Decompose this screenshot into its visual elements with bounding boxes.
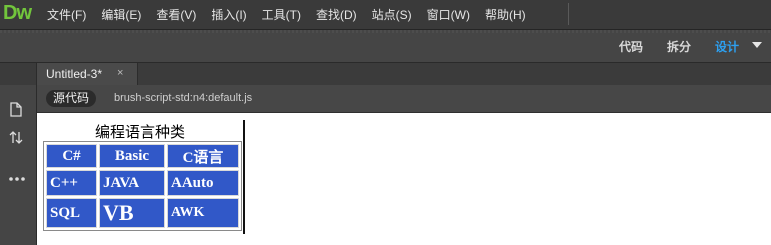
table-caption: 编程语言种类 — [95, 123, 186, 141]
tab-untitled-3[interactable]: Untitled-3* × — [37, 63, 138, 85]
more-options-icon[interactable] — [8, 170, 26, 185]
table-cell[interactable]: VB — [99, 198, 165, 228]
table-header-row: C# Basic C语言 — [46, 144, 239, 168]
table-cell[interactable]: SQL — [46, 198, 97, 228]
table-cell[interactable]: JAVA — [99, 170, 165, 196]
table-row: C++ JAVA AAuto — [46, 170, 239, 196]
split-view-button[interactable]: 拆分 — [667, 38, 691, 55]
close-icon[interactable]: × — [117, 67, 123, 79]
header-cell[interactable]: C语言 — [167, 144, 239, 168]
strip-header — [0, 63, 36, 85]
menu-insert[interactable]: 插入(I) — [211, 6, 246, 23]
menu-window[interactable]: 窗口(W) — [427, 6, 470, 23]
table-row: SQL VB AWK — [46, 198, 239, 228]
menu-view[interactable]: 查看(V) — [156, 6, 196, 23]
design-view-canvas[interactable]: 编程语言种类 C# Basic C语言 C++ JAVA AAuto SQL V… — [37, 113, 771, 245]
dreamweaver-logo: Dw — [3, 2, 32, 24]
menu-edit[interactable]: 编辑(E) — [101, 6, 141, 23]
left-tool-strip — [0, 63, 37, 245]
table-cell[interactable]: AAuto — [167, 170, 239, 196]
table-cell[interactable]: AWK — [167, 198, 239, 228]
document-tab-bar: Untitled-3* × — [37, 63, 771, 85]
source-code-button[interactable]: 源代码 — [46, 90, 97, 107]
related-file-link[interactable]: brush-script-std:n4:default.js — [114, 92, 252, 104]
header-cell[interactable]: C# — [46, 144, 97, 168]
related-files-bar: 源代码 brush-script-std:n4:default.js — [37, 85, 771, 113]
toolbar-grip — [0, 30, 771, 33]
menu-site[interactable]: 站点(S) — [372, 6, 412, 23]
menu-bar: Dw 文件(F) 编辑(E) 查看(V) 插入(I) 工具(T) 查找(D) 站… — [0, 0, 771, 30]
menu-file[interactable]: 文件(F) — [47, 6, 86, 23]
code-view-button[interactable]: 代码 — [619, 38, 643, 55]
menu-divider — [568, 3, 569, 25]
chevron-down-icon[interactable] — [752, 42, 762, 48]
design-view-button[interactable]: 设计 — [715, 38, 739, 55]
view-toolbar: 代码 拆分 设计 — [0, 30, 771, 63]
header-cell[interactable]: Basic — [99, 144, 165, 168]
document-icon[interactable] — [9, 102, 23, 120]
menu-find[interactable]: 查找(D) — [316, 6, 357, 23]
main-menu: 文件(F) 编辑(E) 查看(V) 插入(I) 工具(T) 查找(D) 站点(S… — [47, 0, 541, 29]
table-cell[interactable]: C++ — [46, 170, 97, 196]
language-table[interactable]: C# Basic C语言 C++ JAVA AAuto SQL VB AWK — [43, 141, 242, 231]
sort-arrows-icon[interactable] — [9, 130, 25, 148]
menu-tools[interactable]: 工具(T) — [262, 6, 301, 23]
tab-title: Untitled-3* — [46, 67, 103, 81]
menu-help[interactable]: 帮助(H) — [485, 6, 526, 23]
layout-guide-line — [243, 120, 245, 234]
